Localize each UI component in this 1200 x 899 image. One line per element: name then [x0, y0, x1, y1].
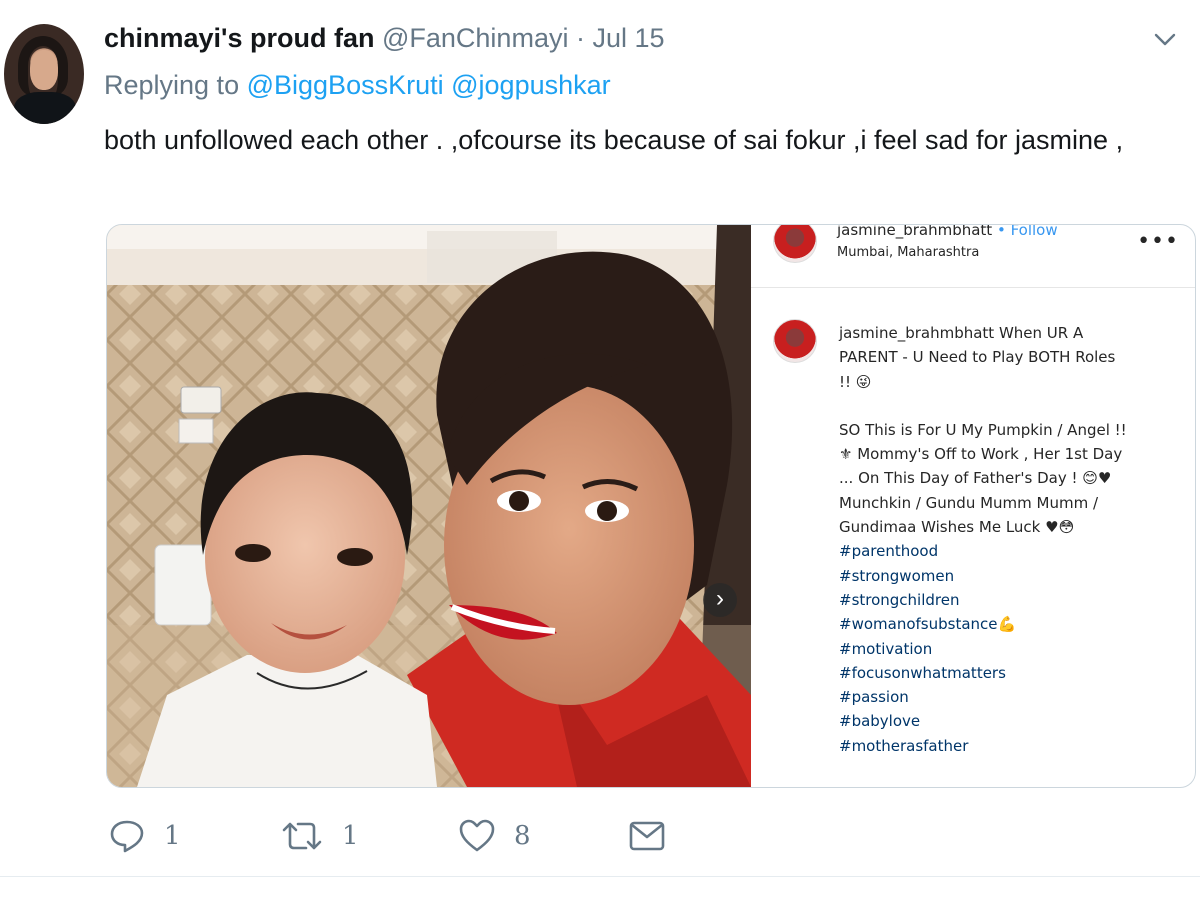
chevron-right-icon: › — [716, 585, 724, 612]
reply-icon — [110, 820, 144, 853]
instagram-caption: jasmine_brahmbhatt When UR A PARENT - U … — [839, 321, 1179, 758]
embedded-photo[interactable] — [107, 225, 751, 787]
mention-link[interactable]: @BiggBossKruti — [247, 70, 444, 100]
hashtag-link[interactable]: #motivation — [839, 637, 1179, 661]
caption-text: When UR A — [998, 324, 1084, 342]
caption-body-line: ... On This Day of Father's Day ! 😊♥ — [839, 469, 1112, 488]
hashtag-link[interactable]: #focusonwhatmatters — [839, 661, 1179, 685]
avatar-face — [30, 50, 58, 90]
heart-icon — [459, 819, 495, 852]
hashtag-link[interactable]: #motherasfather — [839, 734, 1179, 758]
author-avatar[interactable] — [4, 24, 84, 124]
header-separator: · — [575, 23, 585, 53]
caption-line: !! 😜 — [839, 372, 872, 391]
hashtag-link[interactable]: #strongwomen — [839, 564, 1179, 588]
caption-line: jasmine_brahmbhatt When UR A — [839, 321, 1179, 345]
instagram-embed-card[interactable]: › jasmine_brahmbhatt • Follow Mumbai, Ma… — [106, 224, 1196, 788]
reply-count: 1 — [164, 821, 181, 851]
instagram-user-row: jasmine_brahmbhatt • Follow — [837, 225, 1058, 239]
retweet-button[interactable]: 1 — [280, 816, 359, 856]
instagram-header: jasmine_brahmbhatt • Follow Mumbai, Maha… — [751, 225, 1195, 288]
caption-body-line: Gundimaa Wishes Me Luck ♥😳 — [839, 518, 1075, 537]
instagram-avatar[interactable] — [773, 225, 817, 263]
follow-link[interactable]: • Follow — [997, 225, 1058, 239]
caption-avatar[interactable] — [773, 319, 817, 363]
hashtag-link[interactable]: #babylove — [839, 709, 1179, 733]
author-name[interactable]: chinmayi's proud fan — [104, 23, 374, 53]
tweet-text: both unfollowed each other . ,ofcourse i… — [104, 125, 1124, 155]
chevron-down-icon[interactable] — [1152, 26, 1178, 52]
hashtag-link[interactable]: #womanofsubstance💪 — [839, 612, 1179, 636]
direct-message-button[interactable] — [628, 816, 666, 856]
replying-prefix: Replying to — [104, 70, 240, 100]
like-count: 8 — [514, 821, 531, 851]
tweet-date[interactable]: Jul 15 — [592, 23, 664, 53]
like-button[interactable]: 8 — [458, 816, 531, 856]
caption-body-line: Munchkin / Gundu Mumm Mumm / — [839, 493, 1099, 512]
caption-username[interactable]: jasmine_brahmbhatt — [839, 324, 994, 342]
retweet-icon — [282, 822, 322, 850]
avatar-shirt — [14, 92, 76, 124]
carousel-next-button[interactable]: › — [703, 583, 737, 617]
more-options-icon[interactable]: ••• — [1137, 229, 1179, 254]
instagram-username[interactable]: jasmine_brahmbhatt — [837, 225, 992, 239]
caption-line: PARENT - U Need to Play BOTH Roles — [839, 348, 1116, 367]
hashtag-link[interactable]: #passion — [839, 685, 1179, 709]
envelope-icon — [629, 821, 665, 851]
caption-body-line: SO This is For U My Pumpkin / Angel !! — [839, 420, 1127, 439]
replying-to: Replying to @BiggBossKruti @jogpushkar — [104, 70, 611, 101]
retweet-count: 1 — [342, 821, 359, 851]
hashtag-link[interactable]: #parenthood — [839, 539, 1179, 563]
caption-body-line: ⚜ Mommy's Off to Work , Her 1st Day — [839, 445, 1123, 464]
instagram-location[interactable]: Mumbai, Maharashtra — [837, 245, 979, 260]
hashtag-link[interactable]: #strongchildren — [839, 588, 1179, 612]
author-handle[interactable]: @FanChinmayi — [382, 23, 568, 53]
tweet-header: chinmayi's proud fan @FanChinmayi · Jul … — [104, 20, 665, 56]
tweet-divider — [0, 876, 1200, 877]
mention-link[interactable]: @jogpushkar — [451, 70, 611, 100]
reply-button[interactable]: 1 — [108, 816, 181, 856]
instagram-panel: jasmine_brahmbhatt • Follow Mumbai, Maha… — [751, 225, 1195, 787]
